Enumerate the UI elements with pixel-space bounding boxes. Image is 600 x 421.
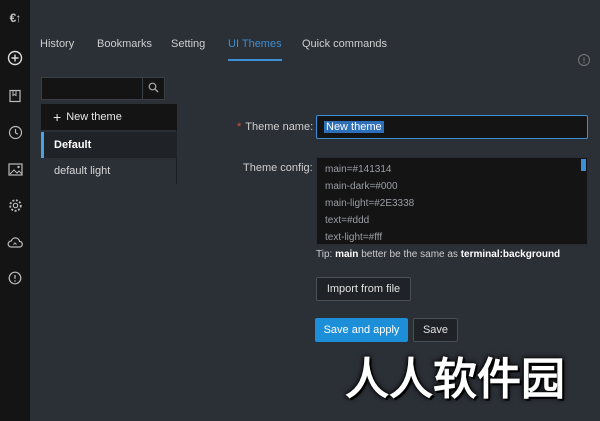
search-icon	[148, 80, 159, 98]
tab-history[interactable]: History	[40, 37, 74, 61]
search-button[interactable]	[142, 78, 164, 99]
config-line: main-light=#2E3338	[325, 198, 415, 209]
tab-setting[interactable]: Setting	[171, 37, 205, 61]
clock-icon[interactable]	[3, 120, 27, 144]
theme-list: + New theme Default default light	[41, 104, 177, 184]
theme-tip: Tip: main better be the same as terminal…	[316, 249, 561, 260]
theme-config-label: Theme config:	[243, 162, 313, 174]
config-line: text-light=#fff	[325, 232, 383, 243]
theme-item-default[interactable]: Default	[41, 132, 177, 158]
scrollbar-thumb[interactable]	[581, 159, 586, 171]
theme-search-input[interactable]	[42, 78, 142, 99]
cloud-sync-icon[interactable]	[3, 230, 27, 254]
info-icon[interactable]	[3, 266, 27, 290]
tab-quick-commands[interactable]: Quick commands	[302, 37, 387, 61]
config-line: main-dark=#000	[325, 181, 398, 192]
import-from-file-button[interactable]: Import from file	[316, 277, 411, 301]
config-line: main=#141314	[325, 164, 392, 175]
theme-search-box	[41, 77, 165, 100]
plus-icon: +	[53, 109, 62, 125]
watermark: 人人软件园	[345, 355, 565, 404]
tab-bookmarks[interactable]: Bookmarks	[97, 37, 152, 61]
required-mark: *	[237, 121, 242, 133]
left-icon-bar: €↑	[0, 0, 30, 421]
config-scrollbar[interactable]	[581, 159, 586, 243]
image-icon[interactable]	[3, 157, 27, 181]
new-theme-button[interactable]: + New theme	[41, 104, 177, 130]
save-and-apply-button[interactable]: Save and apply	[315, 318, 408, 342]
theme-name-label: * Theme name:	[237, 121, 314, 133]
save-button[interactable]: Save	[413, 318, 458, 342]
new-theme-label: New theme	[66, 111, 122, 123]
info-circle-icon[interactable]	[577, 53, 591, 67]
theme-item-default-light[interactable]: default light	[41, 158, 177, 184]
theme-name-input[interactable]: New theme	[316, 115, 588, 139]
tab-ui-themes[interactable]: UI Themes	[228, 37, 282, 61]
theme-config-textarea[interactable]: main=#141314 main-dark=#000 main-light=#…	[316, 157, 588, 245]
app-logo: €↑	[9, 11, 22, 25]
bookmark-icon[interactable]	[3, 84, 27, 108]
config-line: text=#ddd	[325, 215, 370, 226]
gear-icon[interactable]	[3, 193, 27, 217]
theme-name-value: New theme	[324, 121, 384, 133]
plus-circle-icon[interactable]	[3, 46, 27, 70]
